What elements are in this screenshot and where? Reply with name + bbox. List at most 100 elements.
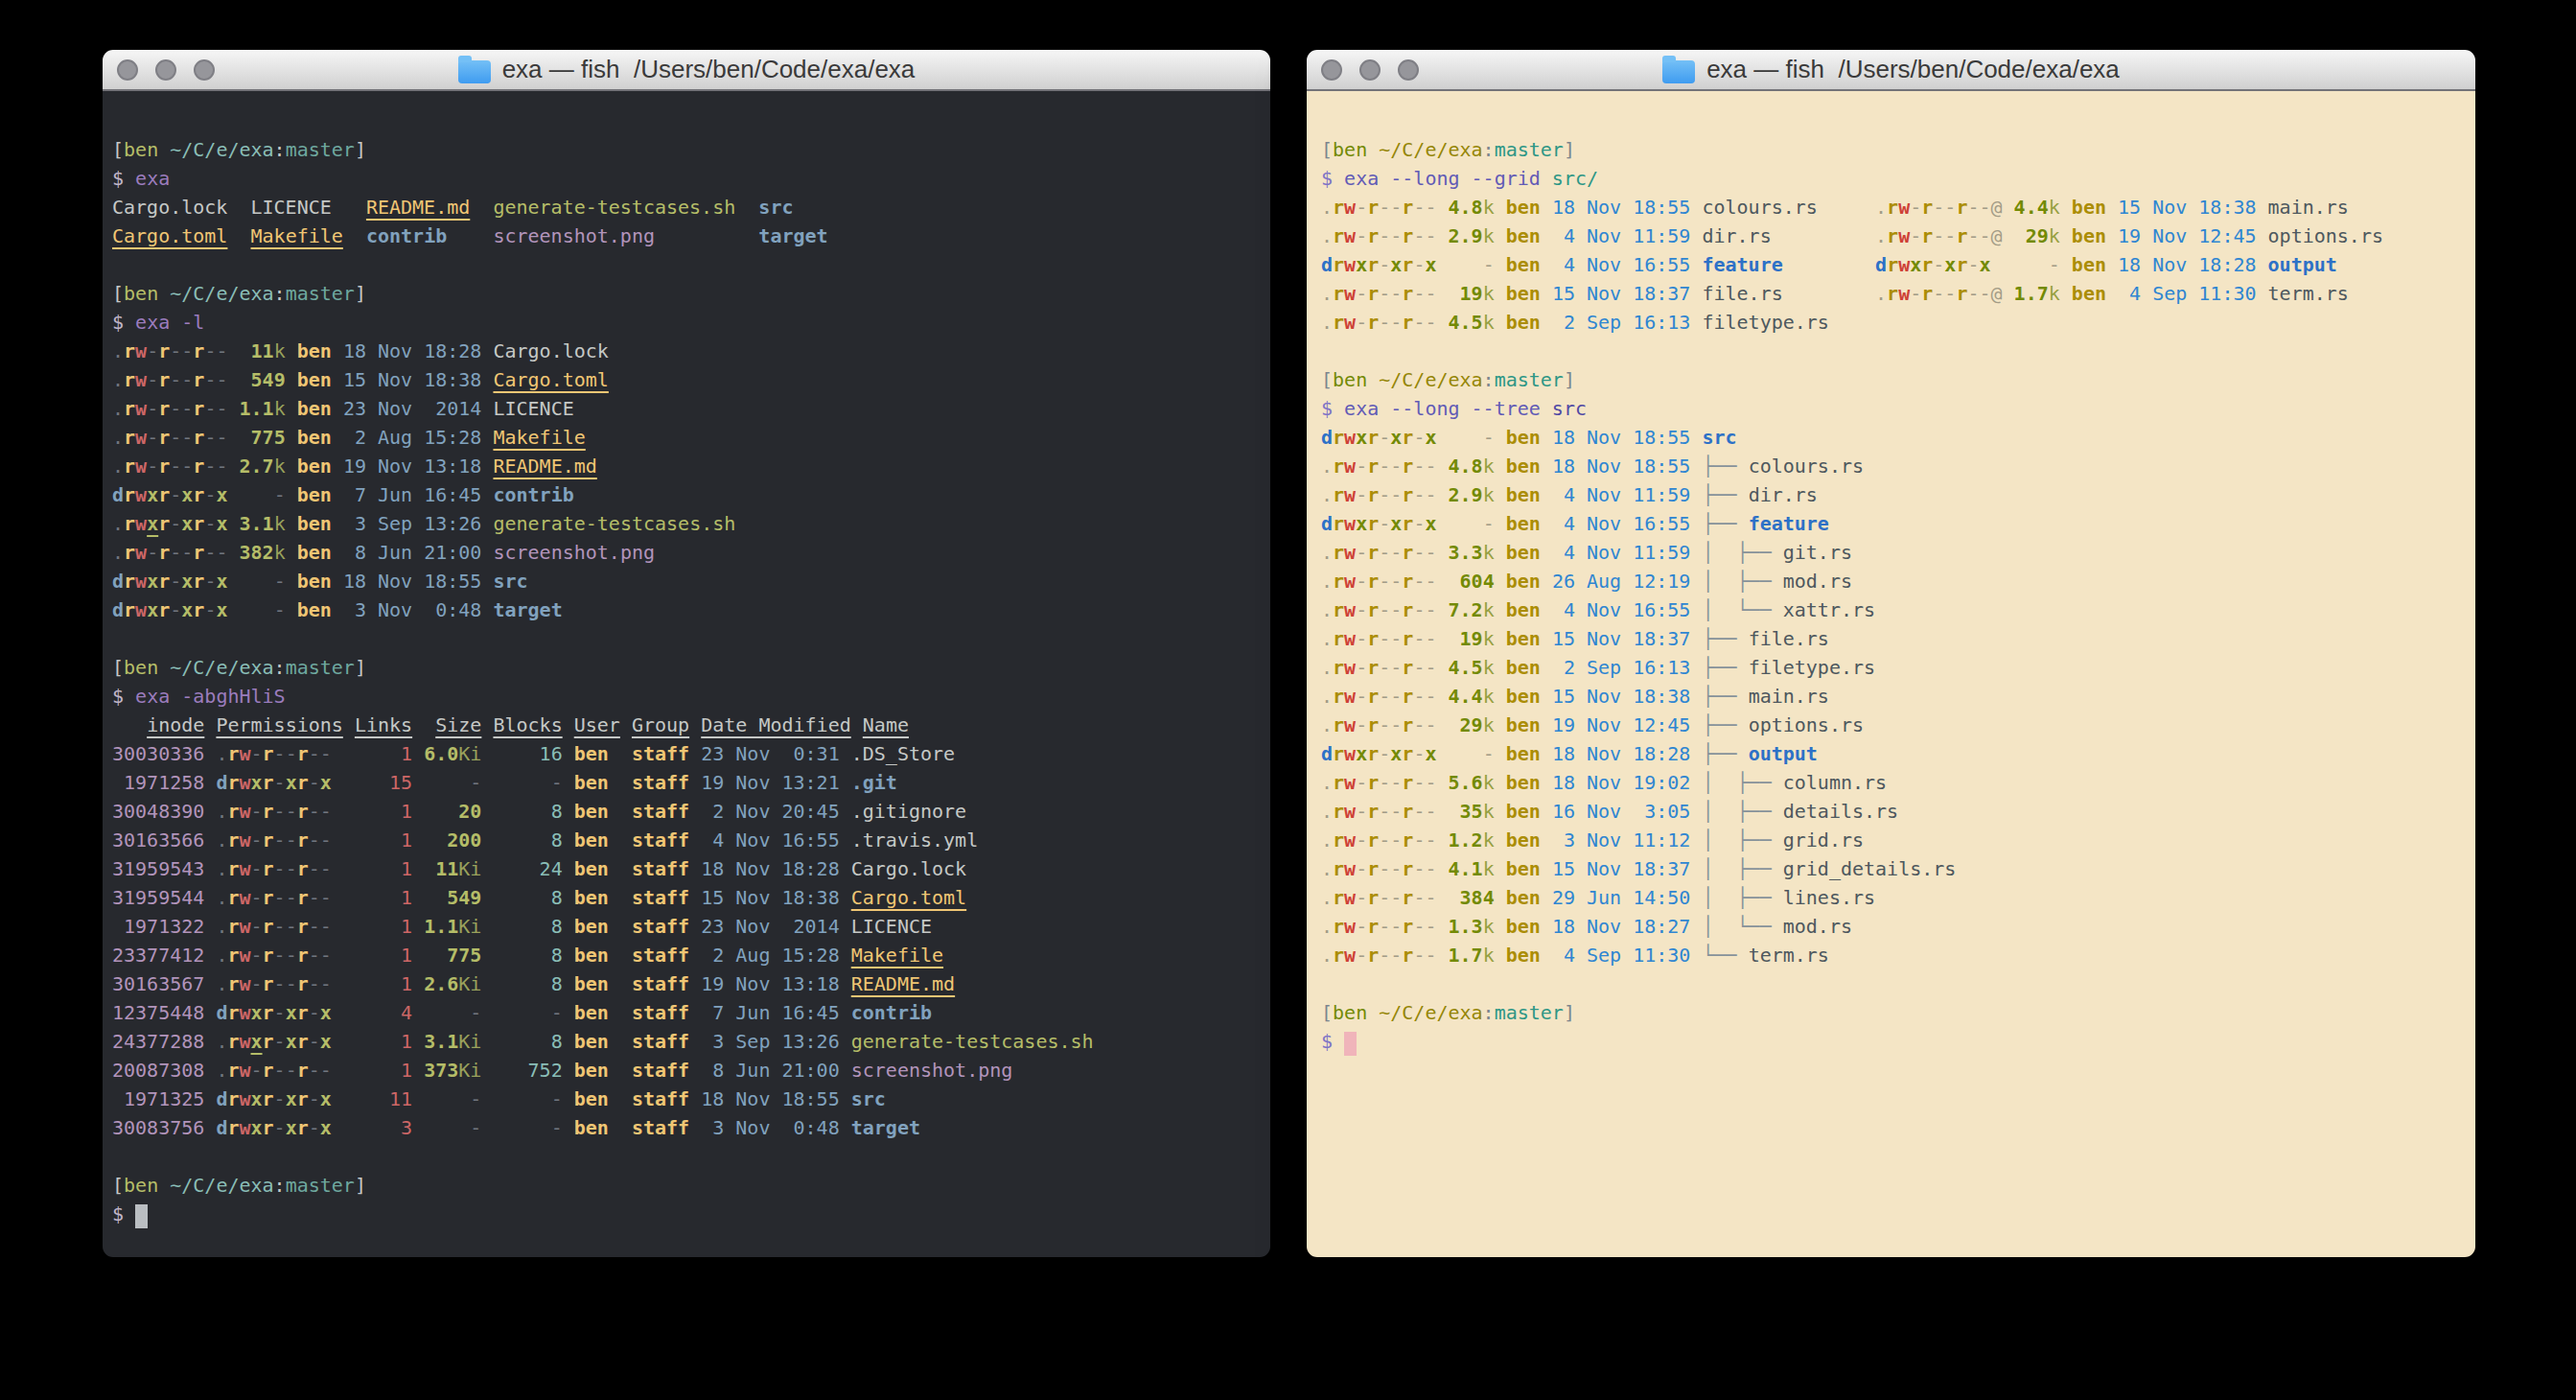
terminal-text-segment: -: [204, 570, 216, 593]
terminal-text-segment: [1690, 512, 1702, 535]
terminal-text-segment: -: [204, 598, 216, 621]
window-title: exa — fish /Users/ben/Code/exa/exa: [502, 55, 916, 84]
terminal-text-segment: main.rs: [2257, 196, 2349, 219]
terminal-text-segment: r: [263, 944, 274, 967]
terminal-text-segment: -: [412, 1001, 481, 1024]
terminal-text-segment: --: [309, 972, 332, 995]
terminal-text-segment: r: [158, 598, 170, 621]
terminal-text-segment: exa: [135, 167, 170, 190]
terminal-text-segment: w: [1344, 944, 1356, 967]
terminal-text-segment: ben staff: [563, 972, 702, 995]
terminal-text-segment: [1690, 455, 1702, 478]
terminal-text-segment: ben: [286, 512, 343, 535]
terminal-text-segment: 752: [481, 1059, 562, 1082]
terminal-text-segment: x: [1356, 253, 1367, 276]
zoom-button[interactable]: [194, 59, 215, 81]
terminal-text-segment: r: [1333, 282, 1344, 305]
terminal-text-segment: w: [1344, 627, 1356, 650]
terminal-line: drwxr-xr-x - ben 4 Nov 16:55 ├── feature: [1321, 509, 2475, 538]
terminal-text-segment: ben staff: [563, 742, 702, 765]
terminal-text-segment: 8: [481, 886, 562, 909]
terminal-text-segment: r: [1333, 656, 1344, 679]
terminal-text-segment: master: [286, 282, 355, 305]
titlebar[interactable]: exa — fish /Users/ben/Code/exa/exa: [1307, 50, 2475, 91]
terminal-text-segment: r: [263, 972, 274, 995]
close-button[interactable]: [117, 59, 138, 81]
zoom-button[interactable]: [1398, 59, 1419, 81]
terminal-text-segment: Name: [863, 713, 909, 736]
terminal-text-segment: ben: [1495, 800, 1552, 823]
minimize-button[interactable]: [155, 59, 176, 81]
terminal-text-segment: r: [1956, 196, 1967, 219]
terminal-text-segment: │ └──: [1702, 598, 1782, 621]
terminal-text-segment: --: [1379, 570, 1402, 593]
terminal-text-segment: --: [204, 339, 227, 362]
terminal-text-segment: inode: [147, 713, 204, 736]
terminal-text-segment: 1.7: [1436, 944, 1482, 967]
terminal-text-segment: ben: [1495, 742, 1552, 765]
terminal-text-segment: .: [1321, 656, 1333, 679]
terminal-text-segment: ~/C/e/exa: [170, 656, 273, 679]
terminal-text-segment: .: [1321, 944, 1333, 967]
close-button[interactable]: [1321, 59, 1342, 81]
terminal-text-segment: ben: [1333, 138, 1367, 161]
titlebar[interactable]: exa — fish /Users/ben/Code/exa/exa: [103, 50, 1270, 91]
terminal-text-segment: -: [481, 771, 562, 794]
terminal-screen[interactable]: [ben ~/C/e/exa:master]$ exa --long --gri…: [1307, 91, 2475, 1257]
minimize-button[interactable]: [1359, 59, 1381, 81]
terminal-text-segment: --: [274, 886, 297, 909]
terminal-text-segment: 19 Nov 13:18: [701, 972, 840, 995]
terminal-text-segment: ]: [355, 138, 366, 161]
terminal-text-segment: r: [297, 915, 309, 938]
terminal-text-segment: --: [1413, 915, 1436, 938]
window-controls: [117, 50, 215, 89]
terminal-text-segment: r: [158, 397, 170, 420]
terminal-text-segment: 19 Nov 12:45: [1552, 713, 1691, 736]
terminal-window-dark: exa — fish /Users/ben/Code/exa/exa [ben …: [103, 50, 1270, 1257]
terminal-text-segment: [1690, 627, 1702, 650]
terminal-text-segment: x: [286, 1030, 297, 1053]
terminal-text-segment: x: [147, 512, 158, 535]
terminal-line: 23377412 .rw-r--r-- 1 775 8 ben staff 2 …: [112, 941, 1270, 969]
terminal-text-segment: r: [124, 426, 135, 449]
terminal-text-segment: -: [1436, 426, 1494, 449]
terminal-text-segment: master: [1495, 368, 1564, 391]
terminal-text-segment: ben: [1495, 282, 1552, 305]
terminal-text-segment: [1690, 800, 1702, 823]
terminal-text-segment: 2.6: [412, 972, 458, 995]
terminal-text-segment: git.rs: [1783, 541, 1852, 564]
terminal-text-segment: ben: [2060, 282, 2118, 305]
terminal-text-segment: 20087308: [112, 1059, 216, 1082]
terminal-text-segment: x: [320, 1087, 332, 1110]
terminal-text-segment: --: [204, 426, 227, 449]
terminal-text-segment: [563, 713, 574, 736]
terminal-text-segment: 3.3: [1436, 541, 1482, 564]
terminal-text-segment: --: [1379, 800, 1402, 823]
terminal-line: .rw-r--r-- 7.2k ben 4 Nov 16:55 │ └── xa…: [1321, 595, 2475, 624]
terminal-text-segment: r: [1402, 742, 1413, 765]
terminal-text-segment: -: [1379, 426, 1390, 449]
terminal-text-segment: k: [1483, 944, 1495, 967]
terminal-text-segment: ben: [1495, 196, 1552, 219]
terminal-text-segment: r: [1367, 685, 1379, 708]
terminal-text-segment: -: [481, 1001, 562, 1024]
terminal-text-segment: [481, 483, 493, 506]
terminal-text-segment: r: [297, 1087, 309, 1110]
terminal-text-segment: 1971322: [112, 915, 216, 938]
terminal-text-segment: r: [1402, 886, 1413, 909]
terminal-text-segment: r: [1367, 512, 1379, 535]
terminal-text-segment: k: [1483, 483, 1495, 506]
terminal-text-segment: -: [1910, 282, 1921, 305]
terminal-text-segment: ben: [1495, 713, 1552, 736]
terminal-text-segment: 18 Nov 18:55: [1552, 196, 1691, 219]
terminal-text-segment: exa --long --tree: [1344, 397, 1552, 420]
terminal-line: 31959544 .rw-r--r-- 1 549 8 ben staff 15…: [112, 883, 1270, 912]
terminal-text-segment: k: [274, 397, 286, 420]
terminal-screen[interactable]: [ben ~/C/e/exa:master]$ exaCargo.lock LI…: [103, 91, 1270, 1257]
terminal-text-segment: w: [1344, 685, 1356, 708]
terminal-line: [112, 624, 1270, 653]
terminal-text-segment: r: [193, 455, 204, 478]
terminal-text-segment: ]: [355, 1174, 366, 1197]
terminal-text-segment: --: [1413, 713, 1436, 736]
terminal-text-segment: [1690, 857, 1702, 880]
